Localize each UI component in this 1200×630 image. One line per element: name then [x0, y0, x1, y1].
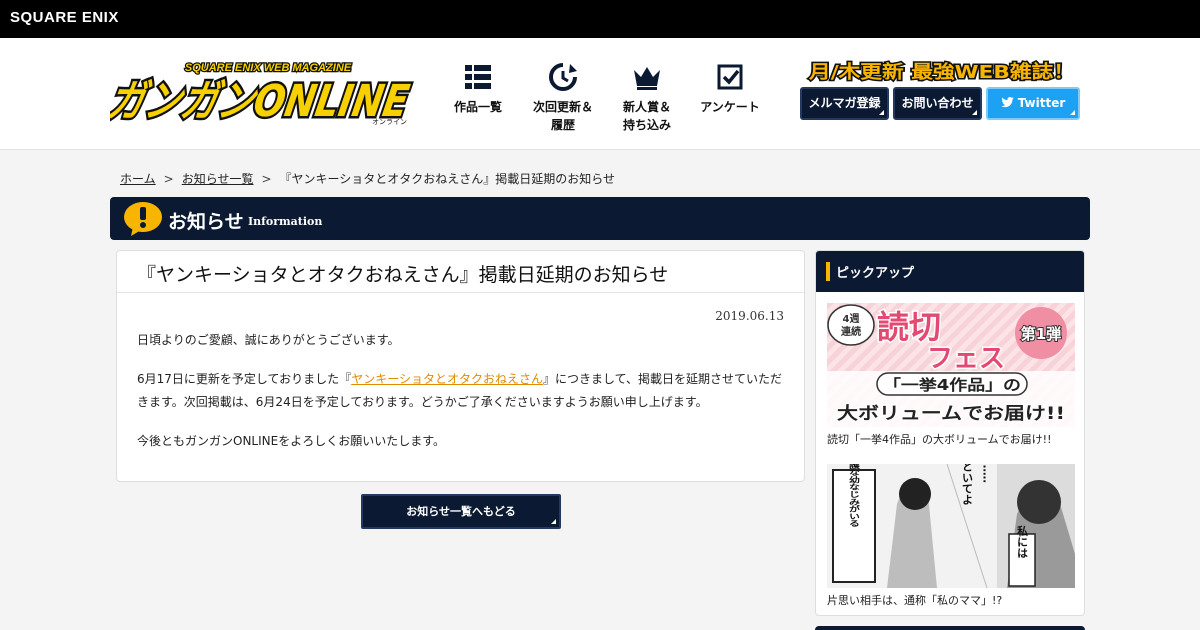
banner-dots: …… — [981, 464, 994, 483]
banner-line1: 読切 — [877, 308, 941, 346]
accent-bar — [826, 262, 830, 281]
corner-arrow-icon — [551, 519, 556, 524]
section-title: お知らせ — [168, 211, 244, 233]
logo-main-text: ガンガンONLINE — [110, 76, 413, 126]
banner-line2: フェス — [927, 344, 1005, 374]
article-title: 『ヤンキーショタとオタクおねえさん』掲載日延期のお知らせ — [117, 251, 804, 293]
banner-speech1: ほっといてよ — [961, 464, 974, 506]
banner-box-text: とても過保護な幼なじみがいる — [848, 464, 862, 527]
breadcrumb: ホーム > お知らせ一覧 > 『ヤンキーショタとオタクおねえさん』掲載日延期のお知らせ — [120, 170, 615, 187]
nav-survey[interactable]: アンケート — [690, 62, 770, 116]
nav-next-update[interactable]: 次回更新＆ 履歴 — [523, 62, 603, 134]
article-text: 6月17日に更新を予定しておりました『 — [137, 372, 352, 386]
article-date: 2019.06.13 — [715, 309, 784, 323]
twitter-label: Twitter — [1017, 96, 1066, 110]
crown-icon — [634, 67, 660, 90]
banner-speech2: 私には — [1016, 524, 1029, 558]
series-link[interactable]: ヤンキーショタとオタクおねえさん — [351, 372, 543, 386]
corner-arrow-icon — [879, 110, 884, 115]
banner-badge: 第1弾 — [1021, 325, 1061, 343]
site-header: SQUARE ENIX WEB MAGAZINE ガンガンONLINE オンライ… — [0, 38, 1200, 150]
nav-label: 新人賞＆ 持ち込み — [622, 100, 671, 132]
corner-arrow-icon — [1070, 110, 1075, 115]
nav-new-award[interactable]: 新人賞＆ 持ち込み — [607, 62, 687, 134]
next-sidebar-box — [815, 626, 1085, 630]
logo-arc-text: SQUARE ENIX WEB MAGAZINE — [185, 62, 352, 74]
article-paragraph: 6月17日に更新を予定しておりました『ヤンキーショタとオタクおねえさん』につきま… — [137, 368, 787, 414]
article-body: 日頃よりのご愛顧、誠にありがとうございます。 6月17日に更新を予定しておりまし… — [137, 329, 787, 469]
banner-bottom: 大ボリュームでお届け!! — [837, 403, 1065, 424]
banner-weeks: 4週 — [843, 313, 860, 325]
article: 『ヤンキーショタとオタクおねえさん』掲載日延期のお知らせ 2019.06.13 … — [116, 250, 805, 482]
pickup-sidebar: ピックアップ 4週 連続 読切 フェス 第1弾 「一挙4作品」の 大ボリュームで… — [815, 250, 1085, 616]
top-bar: SQUARE ENIX — [0, 0, 1200, 38]
breadcrumb-separator: > — [261, 172, 272, 186]
gangan-online-logo[interactable]: SQUARE ENIX WEB MAGAZINE ガンガンONLINE オンライ… — [110, 58, 426, 126]
logo-small-text: オンライン — [372, 118, 407, 126]
nav-label: アンケート — [700, 100, 760, 114]
contact-button[interactable]: お問い合わせ — [893, 87, 982, 120]
pickup-caption: 片思い相手は、通称「私のママ」!? — [827, 594, 1003, 607]
article-paragraph: 今後ともガンガンONLINEをよろしくお願いいたします。 — [137, 434, 446, 448]
pickup-banner-yomikiri-fes[interactable]: 4週 連続 読切 フェス 第1弾 「一挙4作品」の 大ボリュームでお届け!! — [827, 303, 1075, 427]
pickup-item[interactable]: とても過保護な幼なじみがいる ほっといてよ …… 私には 片思い相手は、通称「私… — [827, 464, 1075, 608]
twitter-bird-icon — [1000, 97, 1014, 108]
banner-serial: 連続 — [841, 325, 861, 338]
twitter-button[interactable]: Twitter — [986, 87, 1080, 120]
corner-arrow-icon — [972, 110, 977, 115]
tagline: 月/木更新 最強WEB雑誌！ — [806, 58, 1078, 85]
exclamation-icon — [124, 202, 162, 236]
nav-label: 作品一覧 — [453, 100, 502, 114]
pickup-banner-manga[interactable]: とても過保護な幼なじみがいる ほっといてよ …… 私には — [827, 464, 1075, 588]
grid-list-icon — [465, 65, 491, 89]
nav-label: 次回更新＆ 履歴 — [532, 100, 593, 132]
checkbox-icon — [717, 64, 743, 90]
section-banner: お知らせ Information — [110, 197, 1090, 240]
mailmag-label: メルマガ登録 — [808, 96, 881, 110]
nav-works-list[interactable]: 作品一覧 — [438, 62, 518, 116]
back-button-label: お知らせ一覧へもどる — [406, 505, 516, 518]
breadcrumb-current: 『ヤンキーショタとオタクおねえさん』掲載日延期のお知らせ — [279, 172, 616, 186]
breadcrumb-news-list[interactable]: お知らせ一覧 — [182, 172, 254, 186]
pickup-caption: 読切「一挙4作品」の大ボリュームでお届け!! — [827, 433, 1052, 446]
breadcrumb-separator: > — [163, 172, 174, 186]
mailmag-button[interactable]: メルマガ登録 — [800, 87, 889, 120]
tagline-text: 月/木更新 最強WEB雑誌！ — [808, 61, 1075, 83]
square-enix-logo[interactable]: SQUARE ENIX — [10, 9, 119, 26]
breadcrumb-home[interactable]: ホーム — [120, 172, 156, 186]
article-paragraph: 日頃よりのご愛顧、誠にありがとうございます。 — [137, 333, 400, 347]
banner-mid: 「一挙4作品」の — [883, 376, 1021, 394]
contact-label: お問い合わせ — [901, 96, 974, 110]
pickup-item[interactable]: 4週 連続 読切 フェス 第1弾 「一挙4作品」の 大ボリュームでお届け!! 読… — [827, 303, 1075, 447]
pickup-header: ピックアップ — [816, 251, 1084, 292]
refresh-clock-icon — [549, 63, 577, 91]
pickup-title: ピックアップ — [836, 266, 915, 281]
section-subtitle: Information — [248, 215, 323, 228]
back-to-news-list-button[interactable]: お知らせ一覧へもどる — [361, 494, 561, 529]
